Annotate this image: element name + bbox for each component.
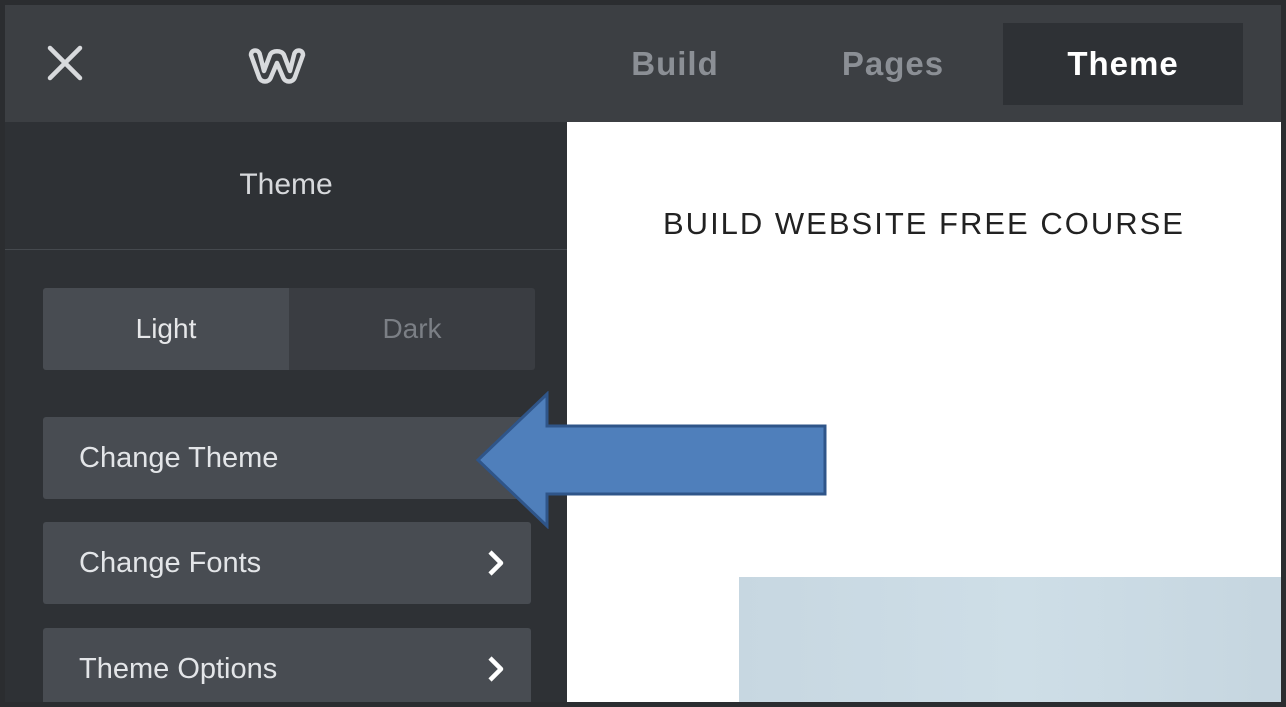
- menu-item-label: Theme Options: [79, 653, 278, 685]
- weebly-logo-icon[interactable]: [245, 45, 309, 85]
- change-fonts-button[interactable]: Change Fonts: [43, 522, 531, 604]
- light-dark-toggle: Light Dark: [43, 288, 535, 370]
- sidebar-title: Theme: [239, 168, 333, 201]
- app-window: Build Pages Theme Theme Light Dark Chang…: [0, 0, 1286, 707]
- tab-build[interactable]: Build: [605, 23, 745, 105]
- tab-theme[interactable]: Theme: [1003, 23, 1243, 105]
- tab-pages[interactable]: Pages: [805, 23, 981, 105]
- theme-sidebar: Theme Light Dark Change Theme Change Fon…: [5, 122, 567, 702]
- hero-banner[interactable]: [739, 577, 1281, 702]
- sidebar-header: Theme: [5, 122, 567, 250]
- chevron-right-icon: [488, 550, 504, 576]
- chevron-right-icon: [488, 445, 504, 471]
- toggle-dark-button[interactable]: Dark: [289, 288, 535, 370]
- close-icon[interactable]: [45, 43, 85, 83]
- toggle-light-button[interactable]: Light: [43, 288, 289, 370]
- site-title[interactable]: BUILD WEBSITE FREE COURSE: [663, 206, 1185, 242]
- site-preview: BUILD WEBSITE FREE COURSE: [567, 122, 1281, 702]
- theme-options-button[interactable]: Theme Options: [43, 628, 531, 702]
- menu-item-label: Change Theme: [79, 442, 279, 474]
- change-theme-button[interactable]: Change Theme: [43, 417, 531, 499]
- menu-item-label: Change Fonts: [79, 547, 262, 579]
- chevron-right-icon: [488, 656, 504, 682]
- top-bar: Build Pages Theme: [5, 5, 1281, 122]
